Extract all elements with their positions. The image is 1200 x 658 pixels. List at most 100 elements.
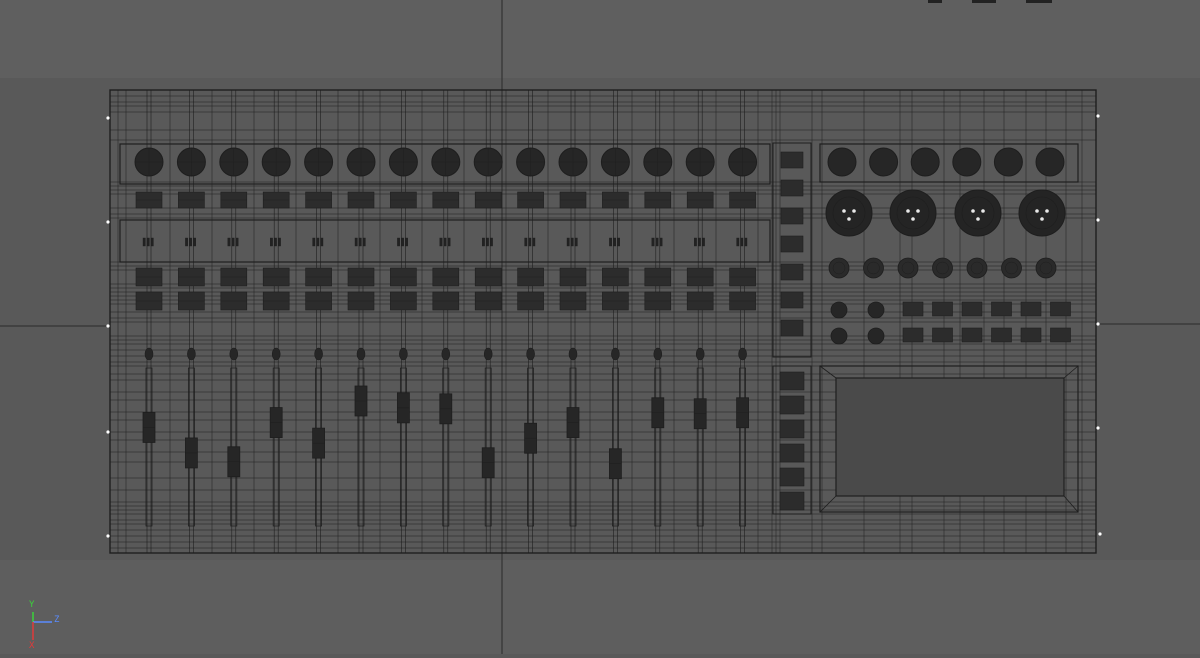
display-segment — [142, 237, 146, 247]
display-segment — [613, 237, 617, 247]
display-segment — [486, 237, 489, 247]
small-knob — [932, 257, 953, 279]
display-segment — [702, 237, 705, 247]
function-button — [902, 301, 924, 317]
master-knob — [952, 147, 982, 177]
fader-led — [611, 347, 620, 361]
display-segment — [274, 237, 277, 247]
display-segment — [235, 237, 239, 247]
middle-button — [780, 151, 804, 169]
middle-lower-button — [779, 419, 805, 439]
fader-led — [229, 347, 239, 361]
display-segment — [528, 237, 532, 247]
display-segment — [397, 237, 400, 247]
display-segment — [609, 237, 613, 247]
display-segment — [401, 237, 404, 247]
display-segment — [740, 237, 744, 247]
display-segment — [570, 237, 574, 247]
fader-led — [187, 347, 196, 361]
fader-led — [271, 347, 281, 361]
display-segment — [524, 237, 528, 247]
middle-lower-button — [779, 395, 805, 415]
display-segment — [270, 237, 273, 247]
middle-button — [780, 263, 804, 281]
fader-led — [356, 347, 366, 361]
display-segment — [354, 237, 358, 247]
axis-y-label: Y — [29, 600, 35, 610]
function-button — [932, 301, 953, 317]
edge-vertex — [106, 534, 110, 538]
xlr-pin — [847, 217, 851, 221]
display-segment — [150, 237, 154, 247]
xlr-pin — [1045, 209, 1049, 213]
small-knob — [828, 257, 850, 279]
edge-vertex — [1096, 322, 1100, 326]
function-button — [991, 301, 1012, 317]
mixer-wireframe — [106, 89, 1102, 554]
xlr-pin — [842, 209, 846, 213]
fader-led — [314, 347, 323, 361]
display-segment — [482, 237, 485, 247]
middle-button — [780, 235, 804, 253]
display-segment — [651, 237, 655, 247]
axis-x-label: X — [29, 641, 35, 651]
screen-corner — [819, 365, 837, 379]
xlr-pin — [1040, 217, 1044, 221]
axis-gizmo: Y Z X — [20, 600, 70, 654]
xlr-pin — [1035, 209, 1039, 213]
edge-vertex — [1096, 114, 1100, 118]
edge-vertex — [1096, 218, 1100, 222]
display-segment — [405, 237, 408, 247]
edge-vertex — [106, 324, 110, 328]
edge-vertex — [1096, 426, 1100, 430]
screen-display — [835, 377, 1065, 497]
fader-led — [483, 347, 493, 361]
display-segment — [185, 237, 188, 247]
edge-vertex — [106, 116, 110, 120]
function-button — [1020, 301, 1042, 317]
display-segment — [362, 237, 366, 247]
middle-button — [780, 207, 804, 225]
small-knob — [863, 257, 884, 279]
xlr-pin — [916, 209, 920, 213]
master-knob — [827, 147, 857, 177]
function-button — [932, 327, 953, 343]
small-knob — [1035, 257, 1057, 279]
display-segment — [617, 237, 621, 247]
function-button — [902, 327, 924, 343]
fader-led — [653, 347, 663, 361]
trim-knob — [867, 301, 885, 319]
display-segment — [443, 237, 447, 247]
display-segment — [744, 237, 748, 247]
edge-vertex — [106, 430, 110, 434]
wireframe-viewport[interactable] — [0, 0, 1200, 654]
trim-knob — [830, 301, 848, 319]
axis-z-label: Z — [54, 615, 60, 625]
fader-led — [695, 347, 705, 361]
edge-vertex — [1098, 532, 1102, 536]
display-segment — [694, 237, 697, 247]
display-segment — [193, 237, 196, 247]
fader-led — [526, 347, 535, 361]
edge-vertex — [106, 220, 110, 224]
trim-knob — [830, 327, 848, 345]
fader-led — [738, 347, 747, 361]
xlr-pin — [981, 209, 985, 213]
master-knob — [910, 147, 940, 177]
display-segment — [320, 237, 324, 247]
master-knob — [993, 147, 1023, 177]
display-segment — [655, 237, 659, 247]
middle-lower-button — [779, 371, 805, 391]
small-knob — [1001, 257, 1022, 279]
trim-knob — [867, 327, 885, 345]
display-segment — [312, 237, 316, 247]
display-segment — [358, 237, 362, 247]
middle-lower-button — [779, 467, 805, 487]
xlr-pin — [976, 217, 980, 221]
display-segment — [574, 237, 578, 247]
function-button — [1050, 301, 1071, 317]
master-knob — [869, 147, 899, 177]
middle-lower-button — [779, 443, 805, 463]
screen-corner — [819, 495, 837, 513]
function-button — [1050, 327, 1071, 343]
